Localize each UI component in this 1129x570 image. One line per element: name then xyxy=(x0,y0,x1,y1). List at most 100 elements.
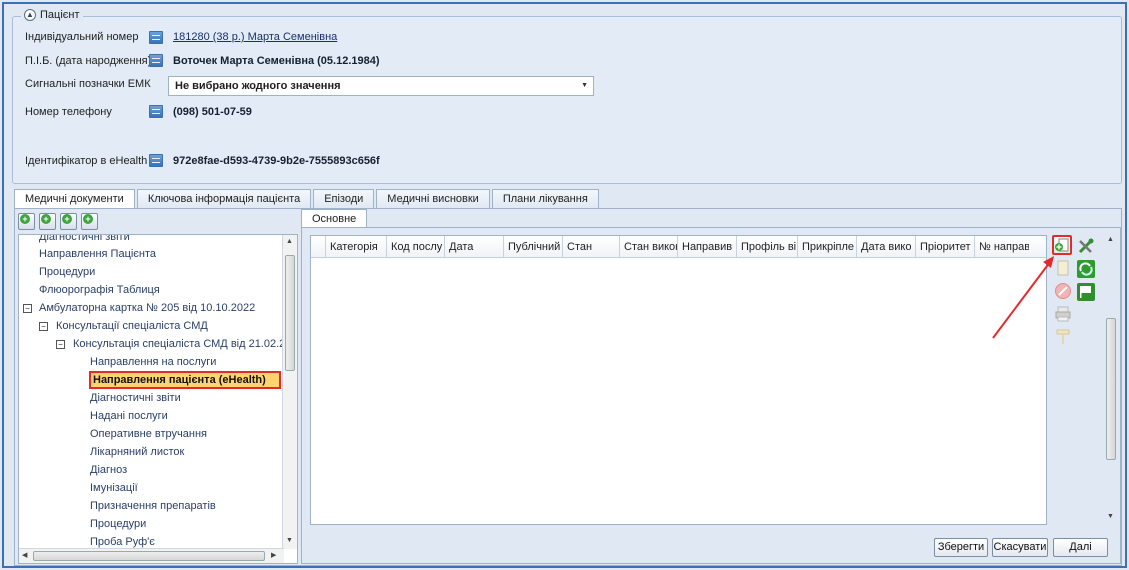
add-from-template-button[interactable]: + xyxy=(81,213,98,230)
scroll-down-icon[interactable]: ▼ xyxy=(1107,513,1114,520)
chevron-down-icon: ▼ xyxy=(581,82,588,89)
tree-item[interactable]: Діагностичні звіти xyxy=(90,392,181,404)
edit-button[interactable] xyxy=(1054,259,1074,279)
add-document-icon xyxy=(1055,238,1069,252)
card-icon[interactable] xyxy=(149,54,163,67)
scroll-thumb[interactable] xyxy=(285,255,295,371)
flag-icon xyxy=(1077,283,1095,301)
tree-item[interactable]: Проба Руф'є xyxy=(90,536,155,548)
tree-item[interactable]: Процедури xyxy=(39,266,95,278)
id-label: Індивідуальний номер xyxy=(25,31,139,43)
scroll-right-icon[interactable]: ▶ xyxy=(271,551,276,559)
ehealth-value: 972e8fae-d593-4739-9b2e-7555893c656f xyxy=(173,155,380,167)
signal-label: Сигнальні позначки ЕМК xyxy=(25,78,151,90)
scroll-thumb[interactable] xyxy=(33,551,265,561)
tree-item[interactable]: Процедури xyxy=(90,518,146,530)
tree-horizontal-scrollbar[interactable]: ◀ ▶ xyxy=(19,548,284,563)
tree-item[interactable]: Призначення препаратів xyxy=(90,500,216,512)
next-button[interactable]: Далі xyxy=(1053,538,1108,557)
tree-item-selected[interactable]: Направлення пацієнта (eHealth) xyxy=(89,371,281,389)
plus-icon: + xyxy=(83,214,93,224)
printer-icon xyxy=(1055,306,1071,322)
document-tree: Діагностичні звіти Направлення Пацієнта … xyxy=(18,234,298,564)
card-icon[interactable] xyxy=(149,154,163,167)
patient-group-legend[interactable]: ▲ Пацієнт xyxy=(21,9,83,21)
column-header[interactable]: Пріоритет xyxy=(915,236,974,258)
tab-medical-documents[interactable]: Медичні документи xyxy=(14,189,135,210)
tree-item[interactable]: Лікарняний листок xyxy=(90,446,184,458)
phone-value: (098) 501-07-59 xyxy=(173,106,252,118)
tab-treatment-plans[interactable]: Плани лікування xyxy=(491,189,599,209)
signal-select-value: Не вибрано жодного значення xyxy=(175,80,341,92)
refresh-button[interactable] xyxy=(1076,259,1096,279)
tree-item[interactable]: Діагноз xyxy=(90,464,127,476)
main-tabs: Медичні документи Ключова інформація пац… xyxy=(14,189,601,210)
tools-icon xyxy=(1078,238,1094,254)
scroll-down-icon[interactable]: ▼ xyxy=(286,537,293,544)
tree-item[interactable]: Направлення Пацієнта xyxy=(39,248,156,260)
save-button[interactable]: Зберегти xyxy=(934,538,988,557)
column-header[interactable]: Прикріпле xyxy=(797,236,856,258)
tree-item[interactable]: Амбулаторна картка № 205 від 10.10.2022 xyxy=(39,302,255,314)
column-header[interactable]: № направ xyxy=(974,236,1029,258)
add-document-button[interactable]: + xyxy=(18,213,35,230)
delete-button[interactable] xyxy=(1054,282,1074,302)
cancel-icon xyxy=(1055,283,1071,299)
name-value: Воточек Марта Семенівна (05.12.1984) xyxy=(173,55,380,67)
tree-item[interactable]: Імунізації xyxy=(90,482,138,494)
scroll-up-icon[interactable]: ▲ xyxy=(1107,236,1114,243)
copy-document-button[interactable]: + xyxy=(60,213,77,230)
tree-item[interactable]: Надані послуги xyxy=(90,410,168,422)
column-header[interactable]: Код послу xyxy=(386,236,444,258)
tab-medical-conclusions[interactable]: Медичні висновки xyxy=(376,189,490,209)
ehealth-label: Ідентифікатор в eHealth xyxy=(25,155,148,167)
column-header[interactable]: Направив xyxy=(677,236,736,258)
tree-item[interactable]: Направлення на послуги xyxy=(90,356,216,368)
column-header[interactable]: Публічний xyxy=(503,236,562,258)
scroll-left-icon[interactable]: ◀ xyxy=(22,551,27,559)
tab-key-info[interactable]: Ключова інформація пацієнта xyxy=(136,189,312,209)
grid-action-toolbar xyxy=(1052,235,1102,355)
tree-toolbar: + + + + xyxy=(18,213,98,230)
tree-vertical-scrollbar[interactable]: ▲ ▼ xyxy=(282,235,297,549)
pin-icon xyxy=(1056,329,1070,344)
name-label: П.І.Б. (дата народження) xyxy=(25,55,152,67)
tree-item[interactable]: Флюорографія Таблиця xyxy=(39,284,160,296)
column-header[interactable]: Дата вико xyxy=(856,236,915,258)
tree-item[interactable]: Оперативне втручання xyxy=(90,428,207,440)
grid-vertical-scrollbar[interactable]: ▲ ▼ xyxy=(1104,232,1119,524)
id-link[interactable]: 181280 (38 р.) Марта Семенівна xyxy=(173,31,337,43)
tree-item[interactable]: Діагностичні звіти xyxy=(39,235,130,243)
collapse-toggle[interactable]: − xyxy=(56,340,65,349)
column-header[interactable]: Профіль ві xyxy=(736,236,797,258)
tab-episodes[interactable]: Епізоди xyxy=(313,189,375,209)
collapse-toggle[interactable]: − xyxy=(39,322,48,331)
column-header[interactable]: Стан викон xyxy=(619,236,677,258)
print-button[interactable] xyxy=(1054,305,1074,325)
column-header[interactable]: Стан xyxy=(562,236,619,258)
card-icon[interactable] xyxy=(149,31,163,44)
add-subdocument-button[interactable]: + xyxy=(39,213,56,230)
export-button[interactable] xyxy=(1076,282,1096,302)
signal-select[interactable]: Не вибрано жодного значення ▼ xyxy=(168,76,594,96)
card-icon[interactable] xyxy=(149,105,163,118)
grid-header: Категорія Код послу Дата Публічний Стан … xyxy=(311,236,1046,258)
collapse-toggle[interactable]: − xyxy=(23,304,32,313)
tab-main[interactable]: Основне xyxy=(301,209,368,228)
scroll-thumb[interactable] xyxy=(1106,318,1116,460)
plus-icon: + xyxy=(41,214,51,224)
tree-item[interactable]: Консультації спеціаліста СМД xyxy=(56,320,208,332)
collapse-icon[interactable]: ▲ xyxy=(24,9,36,21)
scroll-up-icon[interactable]: ▲ xyxy=(286,238,293,245)
document-icon xyxy=(1057,260,1069,276)
cancel-button[interactable]: Скасувати xyxy=(992,538,1048,557)
patient-group-title: Пацієнт xyxy=(40,9,80,21)
settings-button[interactable] xyxy=(1076,236,1096,256)
column-header[interactable]: Дата xyxy=(444,236,503,258)
pin-button[interactable] xyxy=(1054,328,1074,348)
tree-item[interactable]: Консультація спеціаліста СМД від 21.02.2… xyxy=(73,338,291,350)
phone-label: Номер телефону xyxy=(25,106,112,118)
add-referral-button[interactable] xyxy=(1052,235,1072,255)
column-header[interactable]: Категорія xyxy=(325,236,386,258)
plus-icon: + xyxy=(62,214,72,224)
